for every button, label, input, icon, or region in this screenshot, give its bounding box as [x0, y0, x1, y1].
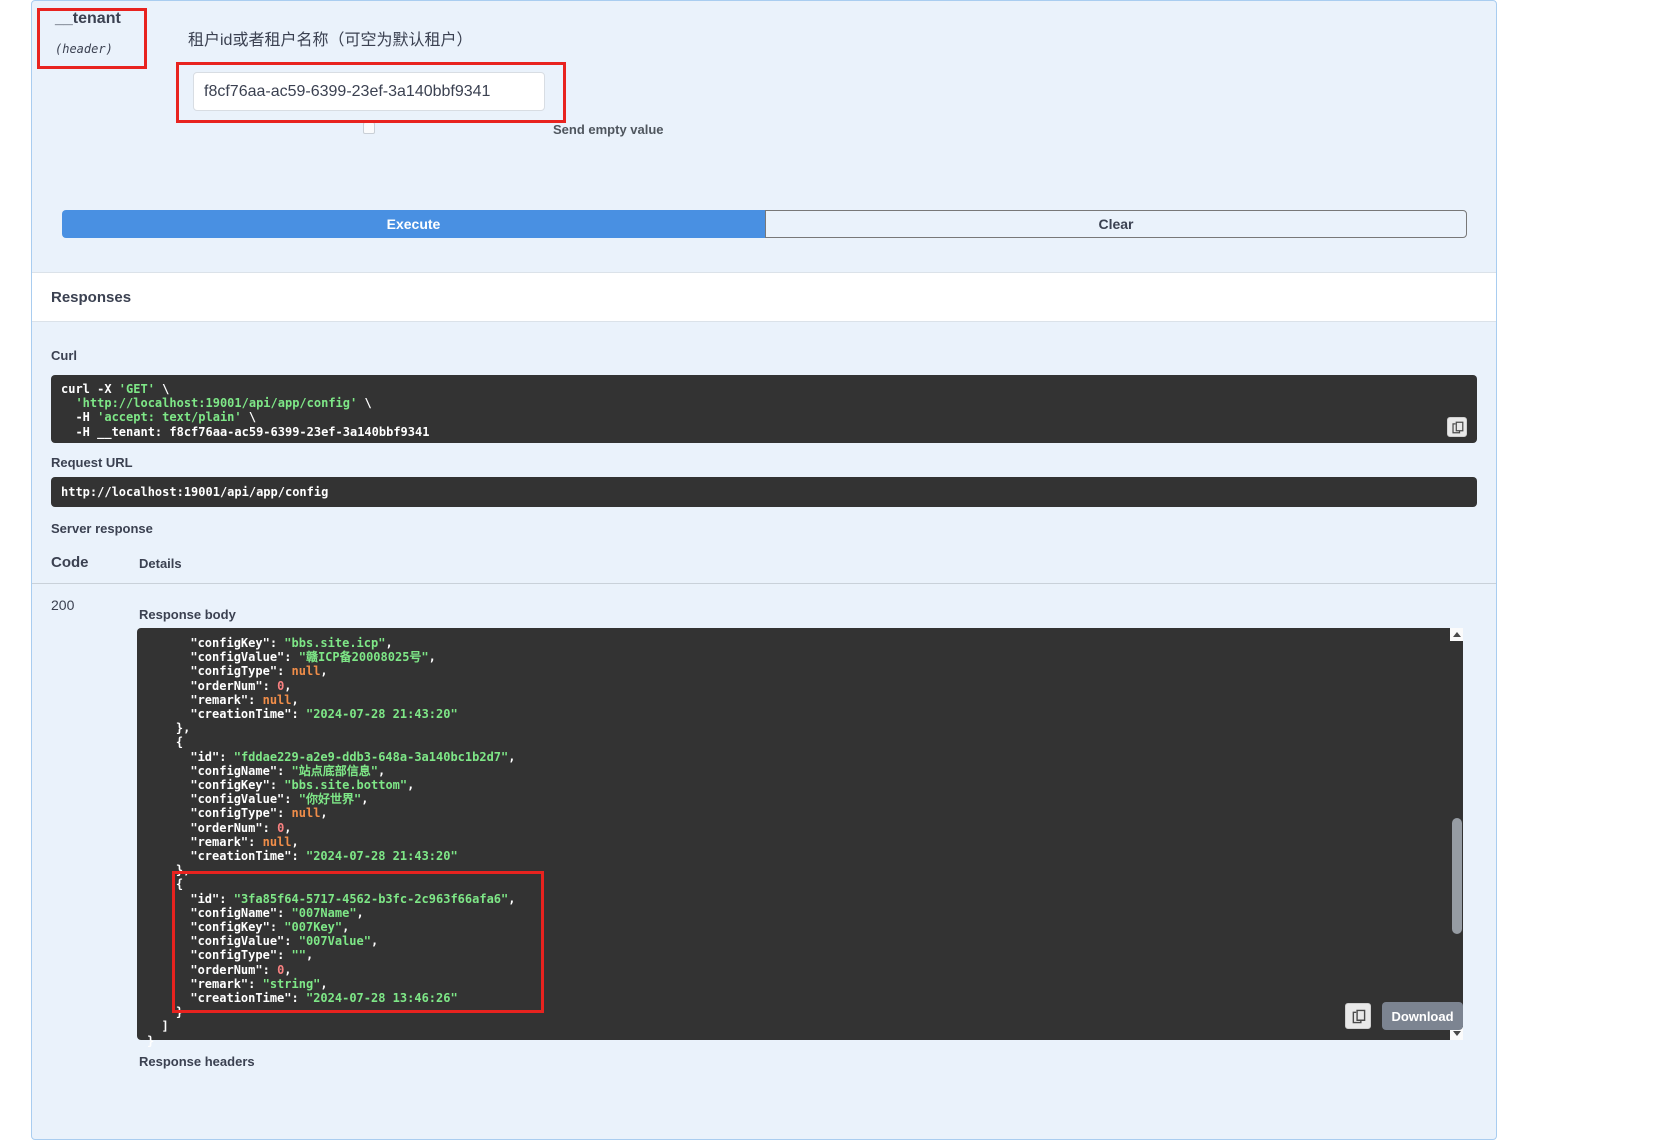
table-header-divider — [32, 583, 1496, 584]
details-column-header: Details — [139, 556, 182, 571]
swagger-operation-page: __tenant (header) 租户id或者租户名称（可空为默认租户） Se… — [0, 0, 1667, 1140]
response-headers-label: Response headers — [139, 1054, 255, 1069]
clipboard-copy-icon — [1351, 1009, 1366, 1024]
status-code: 200 — [51, 597, 74, 613]
curl-label: Curl — [51, 348, 77, 363]
scroll-down-icon — [1453, 1031, 1461, 1036]
send-empty-value-checkbox[interactable] — [363, 122, 375, 134]
response-scrollbar-thumb[interactable] — [1452, 818, 1462, 934]
request-url-label: Request URL — [51, 455, 133, 470]
execute-button[interactable]: Execute — [62, 210, 765, 238]
scroll-up-icon — [1453, 632, 1461, 637]
parameter-description: 租户id或者租户名称（可空为默认租户） — [188, 26, 472, 50]
parameter-name: __tenant — [55, 10, 121, 28]
curl-block: curl -X 'GET' \ 'http://localhost:19001/… — [51, 375, 1477, 443]
clear-button[interactable]: Clear — [765, 210, 1467, 238]
curl-command: curl -X 'GET' \ 'http://localhost:19001/… — [51, 375, 1477, 446]
response-body-label: Response body — [139, 607, 236, 622]
download-button[interactable]: Download — [1382, 1002, 1463, 1030]
responses-header-band: Responses — [32, 272, 1496, 322]
server-response-label: Server response — [51, 521, 153, 536]
request-url-block: http://localhost:19001/api/app/config — [51, 477, 1477, 507]
curl-copy-button[interactable] — [1447, 417, 1467, 437]
response-body-block: "configKey": "bbs.site.icp", "configValu… — [137, 628, 1463, 1040]
clipboard-copy-icon — [1451, 421, 1464, 434]
parameter-location: (header) — [55, 42, 113, 56]
tenant-value-input[interactable] — [193, 72, 545, 111]
responses-title: Responses — [51, 289, 131, 306]
request-url-value: http://localhost:19001/api/app/config — [51, 477, 1477, 507]
send-empty-value-label: Send empty value — [553, 122, 664, 137]
scroll-up-button[interactable] — [1450, 628, 1463, 641]
response-copy-button[interactable] — [1345, 1003, 1371, 1029]
response-body-json: "configKey": "bbs.site.icp", "configValu… — [137, 628, 1463, 1056]
code-column-header: Code — [51, 554, 89, 571]
